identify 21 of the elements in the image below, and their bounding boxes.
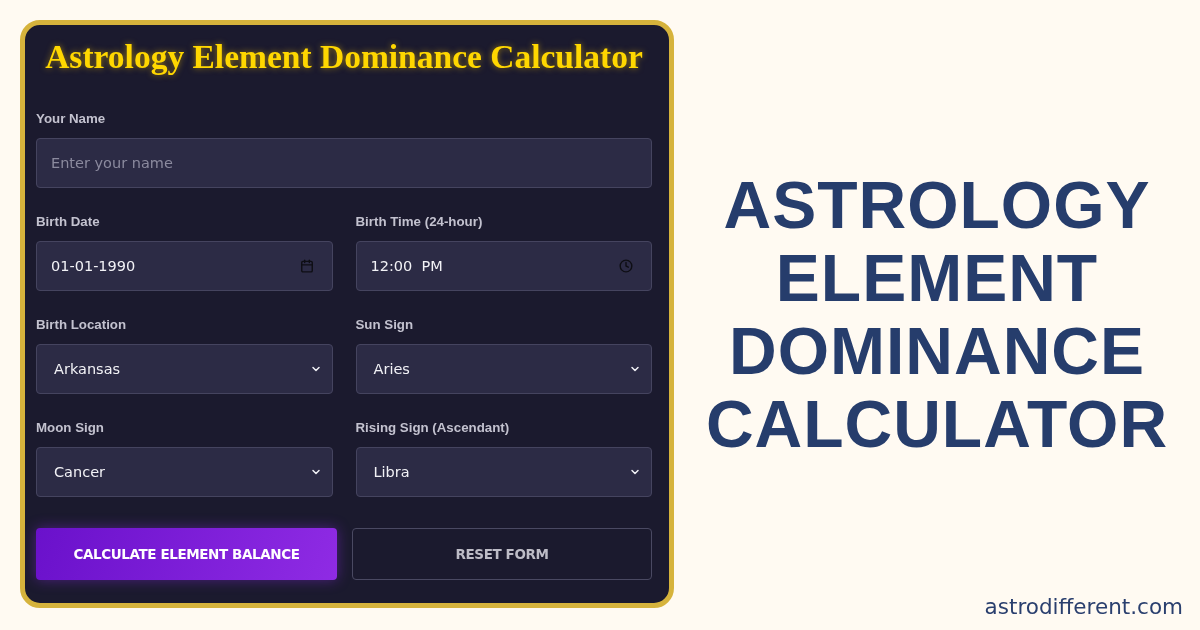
website-address: astrodifferent.com	[984, 594, 1183, 619]
reset-button[interactable]: RESET FORM	[352, 528, 652, 580]
calendar-icon[interactable]	[299, 259, 314, 273]
field-label: Sun Sign	[355, 317, 414, 333]
field-label: Rising Sign (Ascendant)	[355, 420, 510, 436]
dropdown-select[interactable]: Arkansas	[36, 344, 333, 394]
field-label: Your Name	[36, 111, 106, 127]
calculator-title: Astrology Element Dominance Calculator	[44, 39, 644, 75]
time-input[interactable]: 12:00 PM	[355, 241, 652, 291]
date-input[interactable]: 01-01-1990	[36, 241, 333, 291]
field-label: Birth Date	[36, 214, 100, 230]
clock-icon[interactable]	[619, 259, 633, 273]
page-headline: ASTROLOGY ELEMENT DOMINANCE CALCULATOR	[705, 169, 1169, 461]
field-label: Birth Time (24-hour)	[355, 214, 483, 230]
dropdown-select[interactable]: Libra	[355, 447, 652, 497]
field-label: Birth Location	[36, 317, 127, 333]
field-label: Moon Sign	[36, 420, 104, 436]
text-input[interactable]: Enter your name	[36, 138, 652, 188]
calculate-button[interactable]: CALCULATE ELEMENT BALANCE	[36, 528, 337, 580]
dropdown-select[interactable]: Aries	[355, 344, 652, 394]
dropdown-select[interactable]: Cancer	[36, 447, 333, 497]
